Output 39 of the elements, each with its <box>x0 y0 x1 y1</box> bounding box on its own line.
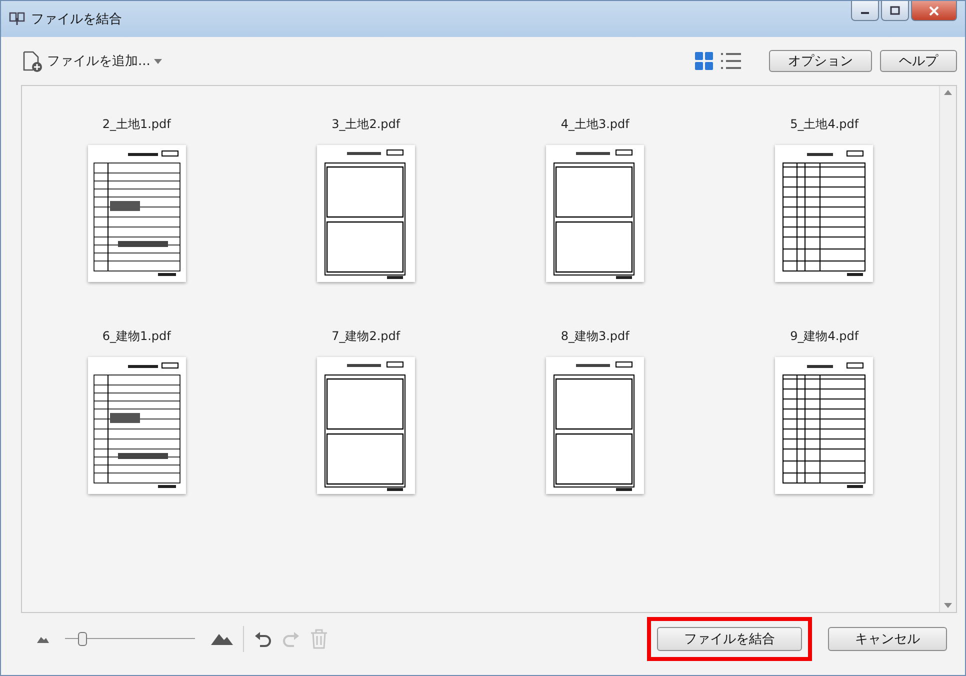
undo-button[interactable] <box>254 630 272 648</box>
small-mountain-icon[interactable] <box>37 636 49 642</box>
window-title: ファイルを結合 <box>31 11 122 28</box>
scroll-down-icon[interactable] <box>944 603 952 608</box>
table-page-thumbnail[interactable] <box>775 145 874 282</box>
dialog-button[interactable]: キャンセル <box>828 627 947 651</box>
file-name: 7_建物2.pdf <box>332 328 400 345</box>
grid-view-button[interactable] <box>695 52 713 70</box>
close-button[interactable] <box>911 1 957 21</box>
minimize-button[interactable] <box>851 1 879 21</box>
form-page-thumbnail[interactable] <box>88 145 186 282</box>
file-name: 2_土地1.pdf <box>102 116 171 133</box>
toolbar-button[interactable]: ヘルプ <box>880 50 957 72</box>
photo-sheet-thumbnail[interactable] <box>316 145 415 282</box>
maximize-icon <box>890 6 900 15</box>
slider-thumb[interactable] <box>78 632 87 646</box>
scrollbar[interactable] <box>939 86 956 612</box>
maximize-button[interactable] <box>881 1 909 21</box>
list-view-button[interactable] <box>721 52 741 70</box>
scroll-up-icon[interactable] <box>944 90 952 95</box>
file-name: 9_建物4.pdf <box>790 328 859 345</box>
toolbar-button[interactable]: オプション <box>769 50 872 72</box>
add-files-button[interactable]: ファイルを追加... <box>21 50 162 72</box>
file-name: 5_土地4.pdf <box>790 116 859 133</box>
large-mountain-icon[interactable] <box>211 633 233 645</box>
photo-sheet-thumbnail[interactable] <box>546 357 644 494</box>
file-name: 8_建物3.pdf <box>560 328 630 345</box>
form-page-thumbnail[interactable] <box>88 357 186 494</box>
caret-icon <box>154 58 162 64</box>
dialog-button[interactable]: ファイルを結合 <box>657 627 802 651</box>
close-icon <box>929 6 939 16</box>
table-page-thumbnail[interactable] <box>775 357 874 494</box>
file-name: 4_土地3.pdf <box>560 116 630 133</box>
file-name: 3_土地2.pdf <box>332 116 400 133</box>
photo-sheet-thumbnail[interactable] <box>316 357 415 494</box>
file-name: 6_建物1.pdf <box>102 328 171 345</box>
add-file-icon <box>21 50 43 72</box>
app-icon <box>9 12 25 26</box>
photo-sheet-thumbnail[interactable] <box>546 145 644 282</box>
